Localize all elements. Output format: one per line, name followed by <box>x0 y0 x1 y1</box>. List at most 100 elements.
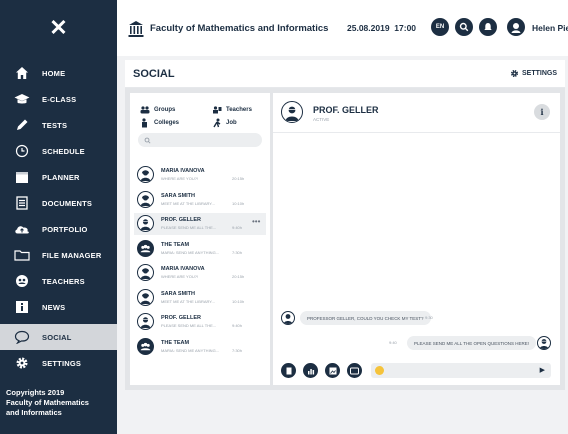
footer-line: Faculty of Mathematics <box>6 398 89 407</box>
user-avatar-button[interactable] <box>507 18 525 36</box>
contact-last-message: Maria: Send me anything... <box>161 347 220 353</box>
contact-item[interactable]: PROF. GELLER Please send me all the... 9:4… <box>134 213 266 235</box>
sidebar-item-e-class[interactable]: E-CLASS <box>0 86 117 112</box>
chat-header: PROF. GELLER ACTIVE i <box>273 93 560 133</box>
date-text: 25.08.2019 <box>347 23 390 33</box>
emoji-icon[interactable] <box>375 366 384 375</box>
sidebar-item-schedule[interactable]: SCHEDULE <box>0 138 117 164</box>
en-language-icon: EN <box>435 24 445 30</box>
faculty-logo-icon <box>127 20 145 38</box>
teacher-icon <box>212 105 222 114</box>
female-avatar-icon <box>137 190 154 208</box>
professor-avatar-icon <box>137 313 154 330</box>
home-icon <box>14 65 30 81</box>
groups-icon <box>140 105 150 114</box>
contact-time: 7:30h <box>232 347 243 353</box>
sidebar-item-label: SETTINGS <box>42 358 82 368</box>
settings-button[interactable]: SETTINGS <box>510 69 557 78</box>
user-name[interactable]: Helen Pierce <box>532 23 568 33</box>
message-bubble-received: Professor Geller, could you check my tes… <box>300 311 431 325</box>
female-avatar-icon <box>137 288 154 306</box>
info-button[interactable]: i <box>534 104 550 120</box>
sidebar-item-social[interactable]: SOCIAL <box>0 324 117 350</box>
chat-contact-name: PROF. GELLER <box>313 105 379 115</box>
sidebar-item-tests[interactable]: TESTS <box>0 112 117 138</box>
sidebar-item-planner[interactable]: PLANNER <box>0 164 117 190</box>
sidebar-item-home[interactable]: HOME <box>0 60 117 86</box>
contact-item[interactable]: THE TEAM Maria: Send me anything... 7:30h <box>134 238 266 260</box>
message-time: 9:30 <box>425 315 433 320</box>
attach-image-button[interactable] <box>325 363 340 378</box>
graduation-cap-icon <box>14 91 30 107</box>
filter-teachers[interactable]: Teachers <box>212 105 252 114</box>
sidebar-item-documents[interactable]: DOCUMENTS <box>0 190 117 216</box>
message-input[interactable]: ▶ <box>371 363 551 378</box>
footer-line: Copyrights 2019 <box>6 388 65 397</box>
filter-label: Colleges <box>154 119 180 126</box>
contact-item[interactable]: MARIA IVANOVA Where are you?! 20:15h <box>134 164 266 186</box>
filter-groups[interactable]: Groups <box>140 105 175 114</box>
attach-media-button[interactable] <box>347 363 362 378</box>
job-icon <box>212 118 222 127</box>
sidebar-item-label: DOCUMENTS <box>42 198 93 208</box>
contact-time: 10:10h <box>232 200 245 206</box>
attach-document-button[interactable] <box>281 363 296 378</box>
contact-item[interactable]: SARA SMITH Meet me at the library... 10:10… <box>134 287 266 309</box>
contact-name: SARA SMITH <box>161 290 196 297</box>
female-avatar-icon <box>137 166 154 183</box>
more-options-icon[interactable]: ••• <box>252 217 260 226</box>
sidebar-item-label: HOME <box>42 68 66 78</box>
message-bubble-sent: Please send me all the open questions he… <box>407 336 537 350</box>
contacts-panel: Groups Teachers Colleges Job MARIA IVANO… <box>130 93 270 385</box>
professor-avatar-icon <box>537 336 551 350</box>
language-button[interactable]: EN <box>431 18 449 36</box>
contact-time: 7:30h <box>232 249 243 255</box>
teachers-icon <box>14 273 30 289</box>
contact-item[interactable]: THE TEAM Maria: Send me anything... 7:30h <box>134 336 266 358</box>
contact-last-message: Maria: Send me anything... <box>161 249 220 255</box>
contact-name: THE TEAM <box>161 241 190 248</box>
chart-icon <box>307 368 314 374</box>
female-avatar-icon <box>137 264 154 281</box>
page-title-bar: SOCIAL SETTINGS <box>125 60 565 88</box>
contact-last-message: Meet me at the library... <box>161 298 215 304</box>
attach-chart-button[interactable] <box>303 363 318 378</box>
cloud-upload-icon <box>14 221 30 237</box>
notifications-button[interactable] <box>479 18 497 36</box>
filter-colleges[interactable]: Colleges <box>140 117 180 127</box>
sidebar-item-news[interactable]: NEWS <box>0 294 117 320</box>
contact-item[interactable]: SARA SMITH Meet me at the library... 10:10… <box>134 189 266 211</box>
contact-last-message: Please send me all the... <box>161 225 217 230</box>
sidebar-item-label: SCHEDULE <box>42 146 85 156</box>
contact-item[interactable]: MARIA IVANOVA Where are you?! 20:15h <box>134 262 266 284</box>
contact-name: PROF. GELLER <box>161 315 202 321</box>
settings-label: SETTINGS <box>521 70 557 77</box>
sidebar: ✕ HOME E-CLASS TESTS SCHEDULE PLANNER DO… <box>0 0 117 434</box>
document-icon <box>286 367 291 374</box>
chat-bubble-icon <box>14 329 30 345</box>
contact-item[interactable]: PROF. GELLER Please send me all the... 9:4… <box>134 311 266 333</box>
professor-avatar-icon <box>137 215 154 232</box>
filter-label: Groups <box>154 106 176 113</box>
date-time: 25.08.2019 17:00 <box>347 23 416 33</box>
sidebar-item-portfolio[interactable]: PORTFOLIO <box>0 216 117 242</box>
send-icon[interactable]: ▶ <box>540 366 545 374</box>
search-button[interactable] <box>455 18 473 36</box>
social-content: Groups Teachers Colleges Job MARIA IVANO… <box>125 88 565 390</box>
filter-label: Teachers <box>226 106 252 113</box>
contact-last-message: Please send me all the... <box>161 323 217 328</box>
sidebar-item-file-manager[interactable]: FILE MANAGER <box>0 242 117 268</box>
female-avatar-icon <box>281 311 295 325</box>
filter-job[interactable]: Job <box>212 118 237 127</box>
close-icon[interactable]: ✕ <box>0 0 117 56</box>
top-header: Faculty of Mathematics and Informatics 2… <box>117 0 568 56</box>
sidebar-item-settings[interactable]: SETTINGS <box>0 350 117 376</box>
footer-line: and Informatics <box>6 408 62 417</box>
sidebar-item-teachers[interactable]: TEACHERS <box>0 268 117 294</box>
info-icon <box>14 299 30 315</box>
sidebar-item-label: SOCIAL <box>42 332 72 342</box>
search-input[interactable] <box>138 133 262 147</box>
contact-name: MARIA IVANOVA <box>161 266 205 272</box>
contact-time: 9:40h <box>232 225 243 230</box>
copyright-footer: Copyrights 2019 Faculty of Mathematics a… <box>6 388 114 418</box>
